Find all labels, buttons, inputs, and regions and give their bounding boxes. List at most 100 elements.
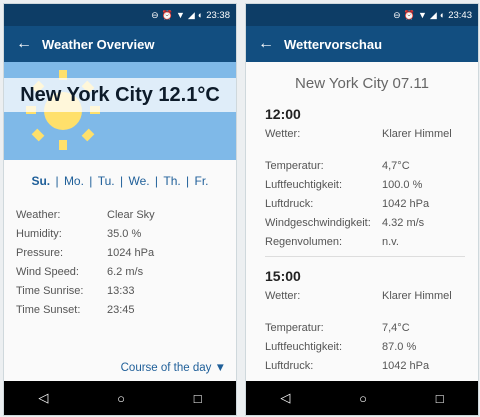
forecast-value: n.v. <box>382 236 399 248</box>
forecast-row: Luftdruck: 1042 hPa <box>265 360 465 379</box>
dnd-icon: ⊖ <box>151 9 159 20</box>
detail-value: 35.0 % <box>107 228 142 240</box>
forecast-label: Temperatur: <box>265 322 324 334</box>
detail-label: Wind Speed: <box>16 266 79 278</box>
wifi-icon: ▼ <box>417 10 427 20</box>
detail-value: 13:33 <box>107 285 135 297</box>
detail-label: Time Sunset: <box>16 304 81 316</box>
sun-ray <box>31 128 45 142</box>
city-date: New York City 07.11 <box>295 75 429 92</box>
forecast-time: 15:00 <box>265 268 301 284</box>
weather-hero: New York City 12.1°C <box>4 62 236 160</box>
course-of-day-button[interactable]: Course of the day ▼ <box>121 362 226 374</box>
detail-label: Weather: <box>16 209 61 221</box>
day-tab[interactable]: We. <box>126 174 151 188</box>
forecast-row: Windgeschwindigkeit: 4.32 m/s <box>265 217 465 236</box>
day-tab[interactable]: Mo. <box>62 174 86 188</box>
wifi-icon: ▼ <box>175 10 185 20</box>
weather-details: Weather: Clear Sky Humidity: 35.0 % Pressu… <box>16 209 155 323</box>
forecast-label: Wetter: <box>265 128 301 140</box>
city-temperature: New York City 12.1°C <box>20 83 220 106</box>
app-bar: ← Weather Overview <box>4 26 236 62</box>
forecast-label: Luftdruck: <box>265 198 314 210</box>
status-bar: ⊖ ⏰ ▼ ◢ ◐ 23:43 <box>246 4 478 26</box>
forecast-label: Luftfeuchtigkeit: <box>265 179 343 191</box>
forecast-label: Windgeschwindigkeit: <box>265 217 371 229</box>
back-arrow-icon[interactable]: ← <box>16 35 42 53</box>
detail-value: Clear Sky <box>107 209 155 221</box>
forecast-value: Klarer Himmel <box>382 128 452 140</box>
detail-row: Time Sunrise: 13:33 <box>16 285 155 304</box>
forecast-value: 1042 hPa <box>382 198 430 210</box>
day-tab[interactable]: Su. <box>29 174 52 188</box>
detail-value: 1024 hPa <box>107 247 155 259</box>
day-tab[interactable]: Th. <box>161 174 182 188</box>
forecast-value: 100.0 % <box>382 179 423 191</box>
detail-label: Time Sunrise: <box>16 285 84 297</box>
forecast-value: 7,4°C <box>382 322 410 334</box>
left-screen: ⊖ ⏰ ▼ ◢ ◐ 23:38 ← Weather Overview New Y… <box>3 3 237 416</box>
detail-value: 23:45 <box>107 304 135 316</box>
detail-row: Wind Speed: 6.2 m/s <box>16 266 155 285</box>
status-bar: ⊖ ⏰ ▼ ◢ ◐ 23:38 <box>4 4 236 26</box>
app-bar: ← Wettervorschau <box>246 26 478 62</box>
forecast-row: Luftfeuchtigkeit: 100.0 % <box>265 179 465 198</box>
forecast-value: 4,7°C <box>382 160 410 172</box>
day-tab[interactable]: Tu. <box>96 174 117 188</box>
nav-back-icon[interactable]: ◁ <box>38 390 48 406</box>
sun-ray <box>59 140 67 150</box>
signal-icon: ◢ <box>429 9 437 20</box>
forecast-row: Luftdruck: 1042 hPa <box>265 198 465 217</box>
forecast-value: 4.32 m/s <box>382 217 425 229</box>
status-time: 23:43 <box>448 9 472 21</box>
forecast-value: Klarer Himmel <box>382 290 452 302</box>
detail-row: Weather: Clear Sky <box>16 209 155 228</box>
detail-row: Humidity: 35.0 % <box>16 228 155 247</box>
status-time: 23:38 <box>206 9 230 21</box>
forecast-time: 12:00 <box>265 106 301 122</box>
page-title: Weather Overview <box>42 36 155 52</box>
nav-home-icon[interactable]: ○ <box>359 391 367 406</box>
right-screen: ⊖ ⏰ ▼ ◢ ◐ 23:43 ← Wettervorschau New Yor… <box>245 3 479 416</box>
nav-home-icon[interactable]: ○ <box>117 391 125 406</box>
forecast-label: Temperatur: <box>265 160 324 172</box>
forecast-row: Luftfeuchtigkeit: 87.0 % <box>265 341 465 360</box>
detail-row: Pressure: 1024 hPa <box>16 247 155 266</box>
detail-row: Time Sunset: 23:45 <box>16 304 155 323</box>
battery-icon: ◐ <box>439 10 446 20</box>
forecast-row: Wetter: Klarer Himmel <box>265 290 465 322</box>
nav-recent-icon[interactable]: □ <box>436 391 444 406</box>
sun-ray <box>81 128 95 142</box>
system-nav-bar: ◁ ○ □ <box>4 381 236 415</box>
nav-recent-icon[interactable]: □ <box>194 391 202 406</box>
forecast-row: Temperatur: 7,4°C <box>265 322 465 341</box>
forecast-block: 12:00 Wetter: Klarer Himmel Temperatur: 4,… <box>265 106 465 255</box>
city-temp-band: New York City 12.1°C <box>4 78 236 112</box>
forecast-value: 87.0 % <box>382 341 417 353</box>
detail-label: Pressure: <box>16 247 64 259</box>
page-title: Wettervorschau <box>284 36 383 52</box>
battery-icon: ◐ <box>197 10 204 20</box>
forecast-row: Wetter: Klarer Himmel <box>265 128 465 160</box>
detail-value: 6.2 m/s <box>107 266 144 278</box>
system-nav-bar: ◁ ○ □ <box>246 381 478 415</box>
chevron-down-icon: ▼ <box>214 362 226 374</box>
forecast-block: 15:00 Wetter: Klarer Himmel Temperatur: 7,… <box>265 268 465 379</box>
divider <box>265 256 465 257</box>
alarm-icon: ⏰ <box>403 9 415 20</box>
nav-back-icon[interactable]: ◁ <box>280 390 290 406</box>
forecast-label: Luftdruck: <box>265 360 314 372</box>
dnd-icon: ⊖ <box>393 9 401 20</box>
signal-icon: ◢ <box>187 9 195 20</box>
forecast-label: Wetter: <box>265 290 301 302</box>
day-tab[interactable]: Fr. <box>193 174 211 188</box>
forecast-label: Regenvolumen: <box>265 236 343 248</box>
forecast-label: Luftfeuchtigkeit: <box>265 341 343 353</box>
detail-label: Humidity: <box>16 228 62 240</box>
alarm-icon: ⏰ <box>161 9 173 20</box>
back-arrow-icon[interactable]: ← <box>258 35 284 53</box>
course-label: Course of the day <box>120 362 212 374</box>
forecast-row: Regenvolumen: n.v. <box>265 236 465 255</box>
forecast-row: Temperatur: 4,7°C <box>265 160 465 179</box>
day-selector: Su. | Mo. | Tu. | We. | Th. | Fr. <box>29 174 211 188</box>
